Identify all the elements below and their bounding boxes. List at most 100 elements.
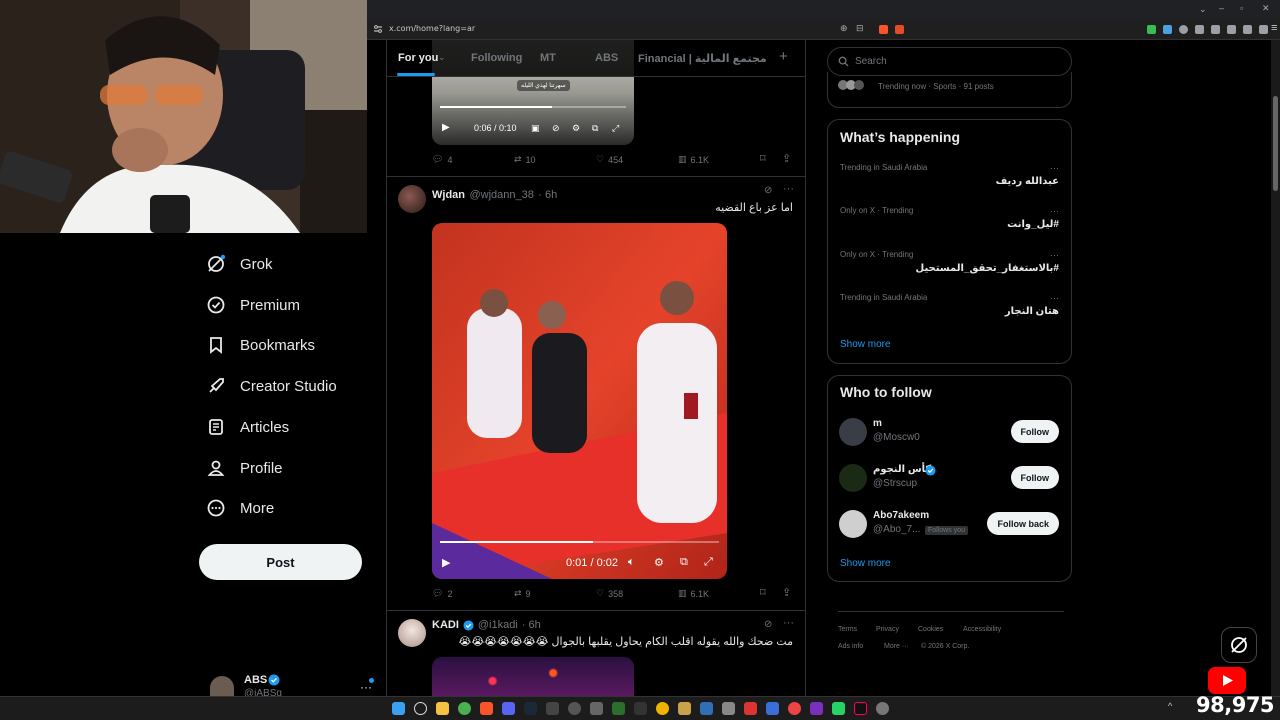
trending-now-card[interactable]: Trending now · Sports · 91 posts [827,72,1072,108]
avatar[interactable] [839,418,867,446]
follow-name[interactable]: Abo7akeem [873,510,929,521]
scrollbar[interactable] [1271,40,1280,696]
bookmark-icon[interactable]: ⌑ [760,586,766,599]
zoom-icon[interactable]: ⊕ [840,23,848,34]
post-3-media[interactable] [432,657,634,696]
trend-more-icon[interactable]: ··· [1050,250,1059,260]
tab-for-you[interactable]: For you [398,52,438,64]
play-icon[interactable]: ▶ [442,122,450,133]
views-button[interactable]: ▥ 6.1K [678,154,709,165]
app-icon[interactable] [634,702,647,715]
tab-following[interactable]: Following [471,52,522,64]
brave-icon[interactable] [480,702,493,715]
account-avatar[interactable] [210,676,234,696]
extension-icon[interactable] [1179,25,1188,34]
tab-mt[interactable]: MT [540,52,556,64]
trend-more-icon[interactable]: ··· [1050,293,1059,303]
app-icon[interactable] [546,702,559,715]
trend-item[interactable]: Only on X · Trending ··· #ليل_وانت [828,200,1071,242]
avatar[interactable] [398,185,426,213]
windows-start-icon[interactable] [392,702,405,715]
nav-item-profile[interactable]: Profile [206,454,283,482]
mute-icon[interactable]: ⊘ [552,123,560,134]
follow-back-button[interactable]: Follow back [987,512,1059,535]
settings-icon[interactable]: ⚙ [654,556,664,569]
post-2-video[interactable]: ▶ 0:01 / 0:02 🔈︎ ⚙ ⧉ ⤢ [432,223,727,579]
window-minimize-icon[interactable]: – [1219,3,1224,13]
captions-icon[interactable]: ▣ [531,123,540,134]
trend-more-icon[interactable]: ··· [1050,206,1059,216]
tab-financial[interactable]: Financial | مجتمع المالية [638,52,767,65]
author-name[interactable]: Wjdan [432,189,465,201]
translate-icon[interactable]: ⊟ [856,23,864,34]
app-icon[interactable] [788,702,801,715]
settings-icon[interactable]: ⚙ [572,123,580,134]
video-progress-track[interactable] [440,541,719,543]
app-icon[interactable] [678,702,691,715]
nav-item-bookmarks[interactable]: Bookmarks [206,331,315,359]
volume-icon[interactable]: 🔈︎ [628,556,635,569]
tray-chevron-icon[interactable]: ^ [1168,701,1172,711]
trend-more-icon[interactable]: ··· [1050,163,1059,173]
discord-icon[interactable] [502,702,515,715]
grok-analyze-icon[interactable]: ⊘ [764,619,772,630]
follow-suggestion[interactable]: Abo7akeem @Abo_7... Follows you Follow b… [828,506,1071,546]
avatar[interactable] [839,510,867,538]
trend-item[interactable]: Trending in Saudi Arabia ··· هتان النجار [828,287,1071,329]
app-icon[interactable] [590,702,603,715]
pip-icon[interactable]: ⧉ [592,123,598,134]
post-more-icon[interactable]: ··· [783,183,794,195]
sidebar-icon[interactable] [1227,25,1236,34]
settings-icon[interactable] [876,702,889,715]
grok-floating-button[interactable] [1221,627,1257,663]
pip-icon[interactable]: ⧉ [680,556,688,569]
share-icon[interactable]: ⇪ [782,152,791,165]
url-text[interactable]: x.com/home?lang=ar [389,24,475,33]
extensions-puzzle-icon[interactable] [1195,25,1204,34]
nav-item-articles[interactable]: Articles [206,413,289,441]
footer-link-privacy[interactable]: Privacy [876,626,899,633]
author-handle[interactable]: @wjdann_38 [469,189,533,201]
whatsapp-icon[interactable] [832,702,845,715]
grok-analyze-icon[interactable]: ⊘ [764,185,772,196]
trend-item[interactable]: Trending in Saudi Arabia ··· عبدالله ردي… [828,157,1071,199]
app-icon[interactable] [766,702,779,715]
video-progress-track[interactable] [440,106,626,108]
follow-suggestion[interactable]: كأس النجوم @Strscup Follow [828,460,1071,500]
follow-name[interactable]: m [873,418,882,429]
footer-link-more[interactable]: More ··· [884,643,909,650]
follow-suggestion[interactable]: m @Moscw0 Follow [828,414,1071,454]
chevron-down-icon[interactable]: ⌄ [438,52,446,63]
avatar[interactable] [839,464,867,492]
post-button[interactable]: Post [199,544,362,580]
reply-button[interactable]: 💬︎ 2 [432,588,452,599]
footer-link-accessibility[interactable]: Accessibility [963,626,1001,633]
app-icon[interactable] [612,702,625,715]
site-info-icon[interactable] [373,24,383,34]
window-close-icon[interactable]: ✕ [1262,3,1270,14]
nav-item-creator-studio[interactable]: Creator Studio [206,372,337,400]
chrome-icon[interactable] [458,702,471,715]
brave-rewards-icon[interactable] [895,25,904,34]
nav-item-more[interactable]: More [206,494,274,522]
post-time[interactable]: · 6h [522,619,541,631]
trend-item[interactable]: Only on X · Trending ··· #بالاستغفار_تحق… [828,244,1071,286]
play-icon[interactable]: ▶ [442,556,450,569]
tiktok-icon[interactable] [854,702,867,715]
search-input[interactable] [855,56,1055,67]
extension-icon[interactable] [1243,25,1252,34]
footer-link-ads-info[interactable]: Ads info [838,643,863,650]
like-button[interactable]: ♡ 454 [596,154,623,165]
footer-link-terms[interactable]: Terms [838,626,857,633]
scrollbar-thumb[interactable] [1273,96,1278,191]
app-icon[interactable] [722,702,735,715]
nav-item-premium[interactable]: Premium [206,291,300,319]
window-restore-icon[interactable]: ▫ [1240,3,1243,13]
add-tab-icon[interactable]: + [779,48,788,65]
repost-button[interactable]: ⇄ 9 [514,588,531,599]
extension-icon[interactable] [1211,25,1220,34]
like-button[interactable]: ♡ 358 [596,588,623,599]
search-icon[interactable] [414,702,427,715]
app-icon[interactable] [656,702,669,715]
repost-button[interactable]: ⇄ 10 [514,154,536,165]
